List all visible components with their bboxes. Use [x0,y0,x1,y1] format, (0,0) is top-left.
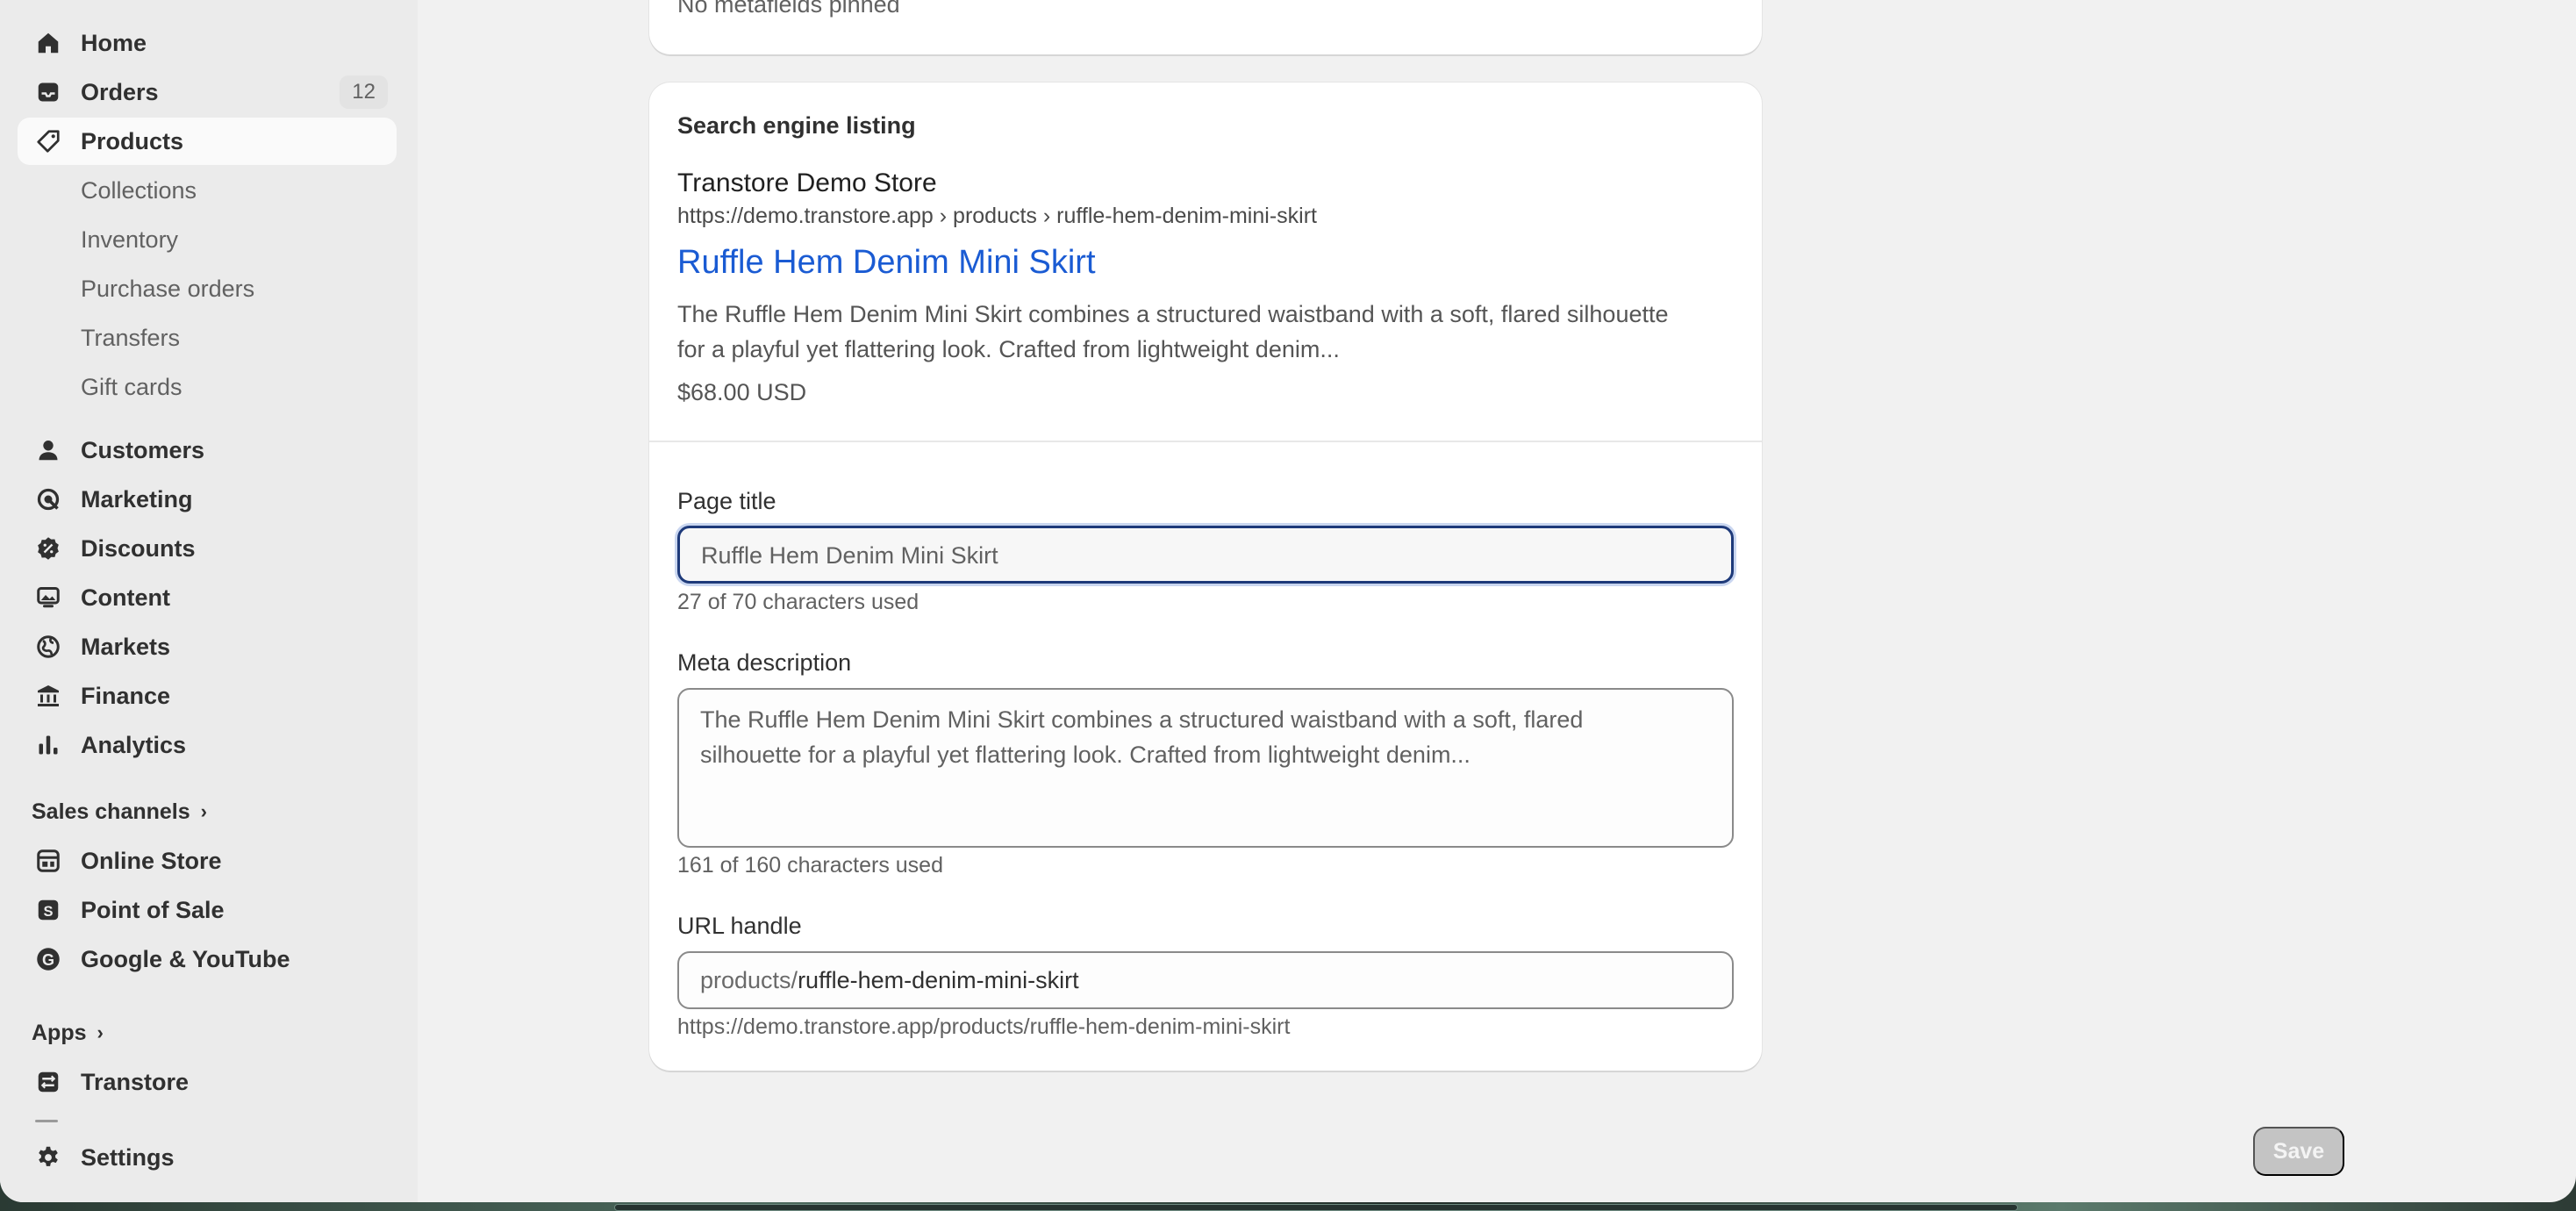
orders-count-badge: 12 [340,75,388,109]
meta-description-line: silhouette for a playful yet flattering … [700,742,1470,768]
sidebar-item-analytics[interactable]: Analytics [18,721,397,769]
pos-icon: S [35,897,61,923]
meta-description-label: Meta description [677,649,852,676]
url-handle-value: ruffle-hem-denim-mini-skirt [798,967,1079,993]
sidebar-item-label: Finance [81,682,171,709]
page-title-label: Page title [677,488,776,514]
sidebar-item-products[interactable]: Products [18,118,397,165]
discount-badge-icon [35,535,61,562]
sidebar-subitem-transfers[interactable]: Transfers [81,320,180,355]
meta-description-value: The Ruffle Hem Denim Mini Skirt combines… [700,702,1709,772]
chevron-right-icon: › [97,1021,104,1043]
sidebar-item-marketing[interactable]: Marketing [18,476,397,523]
section-title: Search engine listing [677,112,916,139]
sidebar-item-discounts[interactable]: Discounts [18,525,397,572]
metafields-card: No metafields pinned [649,0,1762,54]
sidebar-item-label: Home [81,29,147,56]
sidebar-item-markets[interactable]: Markets [18,623,397,670]
sidebar-subitem-gift-cards[interactable]: Gift cards [81,369,182,405]
sidebar-item-label: Products [81,127,184,154]
image-frame-icon [35,584,61,611]
sidebar-item-home[interactable]: Home [18,19,397,67]
google-icon: G [35,946,61,972]
sidebar-item-label: Point of Sale [81,896,225,923]
preview-description-line: for a playful yet flattering look. Craft… [677,336,1340,362]
sidebar-item-label: Analytics [81,731,187,758]
sidebar-item-label: Discounts [81,534,196,562]
scroll-cut-indicator [35,1120,58,1122]
apps-label: Apps [32,1020,87,1045]
sidebar-item-online-store[interactable]: Online Store [18,837,397,885]
preview-store-name: Transtore Demo Store [677,168,937,197]
url-handle-prefix: products/ [700,967,798,993]
bar-chart-icon [35,732,61,758]
target-icon [35,486,61,512]
preview-price: $68.00 USD [677,379,807,405]
admin-window: Home Orders 12 Products Collections Inve… [0,0,2576,1202]
meta-description-line: The Ruffle Hem Denim Mini Skirt combines… [700,706,1584,733]
sidebar-item-label: Online Store [81,847,222,874]
sales-channels-heading[interactable]: Sales channels › [32,794,207,829]
sidebar-subitem-inventory[interactable]: Inventory [81,222,178,257]
transtore-app-icon [35,1069,61,1095]
sidebar-item-settings[interactable]: Settings [18,1134,397,1181]
sidebar-item-label: Customers [81,436,205,463]
preview-description-line: The Ruffle Hem Denim Mini Skirt combines… [677,301,1669,327]
storefront-icon [35,848,61,874]
gear-icon [35,1144,61,1171]
sidebar-item-label: Settings [81,1143,175,1171]
save-button[interactable]: Save [2253,1127,2344,1176]
divider [649,441,1762,442]
desktop-window-edge [614,1204,2018,1211]
chevron-right-icon: › [200,800,207,822]
sidebar-item-finance[interactable]: Finance [18,672,397,720]
metafields-empty-text: No metafields pinned [677,0,900,18]
page-title-char-count: 27 of 70 characters used [677,590,919,614]
sidebar-item-label: Google & YouTube [81,945,290,972]
sidebar: Home Orders 12 Products Collections Inve… [0,0,418,1202]
page-title-value: Ruffle Hem Denim Mini Skirt [701,542,998,569]
apps-heading[interactable]: Apps › [32,1015,104,1050]
tag-icon [35,128,61,154]
sidebar-item-content[interactable]: Content [18,574,397,621]
url-handle-field-content: products/ruffle-hem-denim-mini-skirt [700,967,1079,994]
sidebar-item-google-youtube[interactable]: G Google & YouTube [18,935,397,983]
inbox-icon [35,79,61,105]
sidebar-item-label: Markets [81,633,171,660]
preview-title-link: Ruffle Hem Denim Mini Skirt [677,244,1096,281]
url-handle-full-url: https://demo.transtore.app/products/ruff… [677,1014,1291,1039]
url-handle-label: URL handle [677,913,802,939]
url-handle-input[interactable]: products/ruffle-hem-denim-mini-skirt [677,951,1734,1009]
home-icon [35,30,61,56]
meta-description-textarea[interactable]: The Ruffle Hem Denim Mini Skirt combines… [677,688,1734,848]
sidebar-subitem-purchase-orders[interactable]: Purchase orders [81,271,254,306]
sidebar-item-customers[interactable]: Customers [18,426,397,474]
bank-icon [35,683,61,709]
svg-text:S: S [43,904,53,920]
meta-description-char-count: 161 of 160 characters used [677,853,943,878]
page-title-input[interactable]: Ruffle Hem Denim Mini Skirt [677,526,1734,584]
sidebar-item-label: Marketing [81,485,193,512]
preview-breadcrumb-url: https://demo.transtore.app › products › … [677,204,1317,228]
sidebar-item-point-of-sale[interactable]: S Point of Sale [18,886,397,934]
preview-description: The Ruffle Hem Denim Mini Skirt combines… [677,297,1730,367]
globe-icon [35,634,61,660]
sales-channels-label: Sales channels [32,799,190,824]
sidebar-item-label: Transtore [81,1068,190,1095]
svg-text:G: G [42,951,54,969]
sidebar-item-label: Content [81,584,170,611]
person-icon [35,437,61,463]
search-engine-listing-card: Search engine listing Transtore Demo Sto… [649,82,1762,1071]
sidebar-subitem-collections[interactable]: Collections [81,173,197,208]
sidebar-item-transtore[interactable]: Transtore [18,1058,397,1106]
sidebar-item-label: Orders [81,78,159,105]
sidebar-item-orders[interactable]: Orders 12 [18,68,397,116]
